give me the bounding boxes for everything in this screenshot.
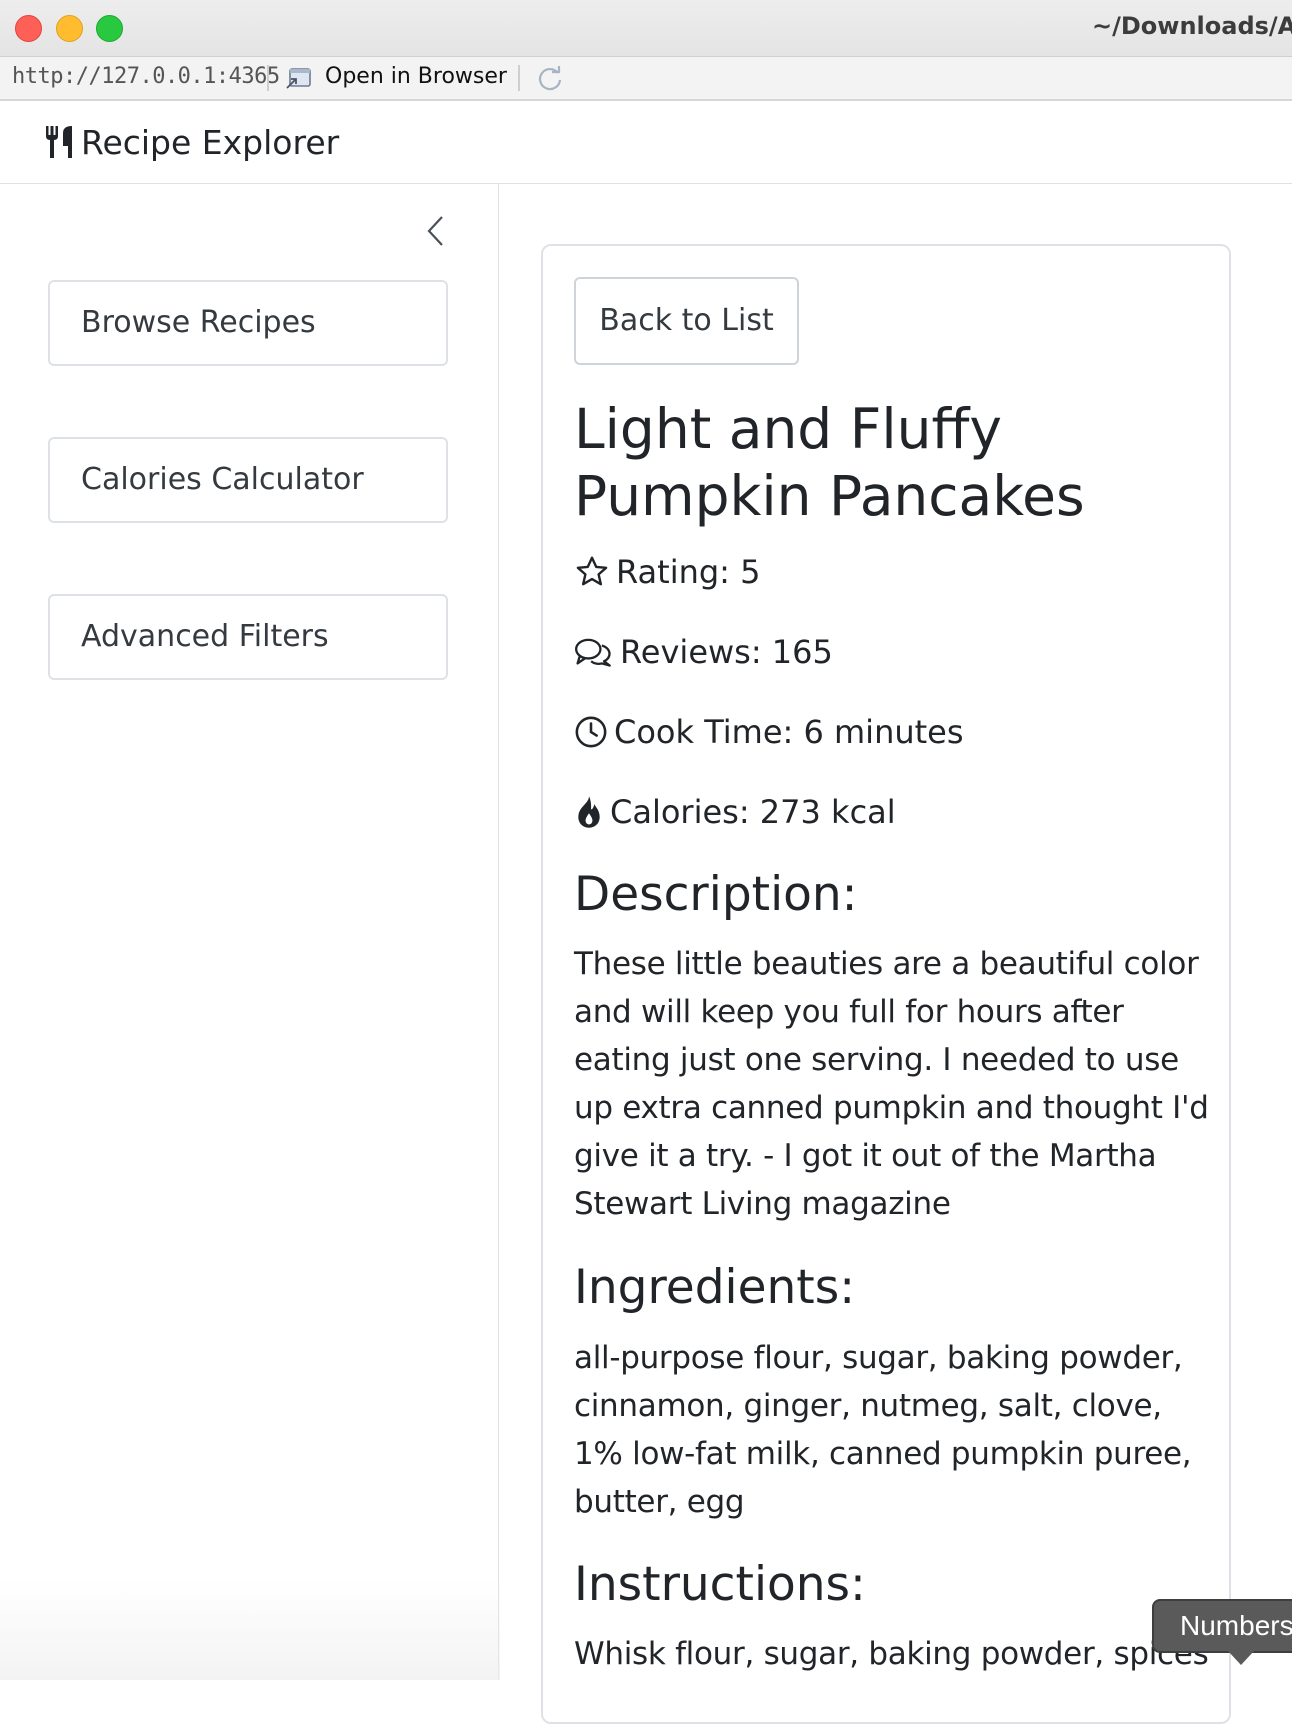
calories-text: Calories: 273 kcal <box>610 793 896 831</box>
recipe-detail-card: Back to List Light and Fluffy Pumpkin Pa… <box>541 244 1231 1724</box>
ingredients-text: all-purpose flour, sugar, baking powder,… <box>574 1340 1192 1520</box>
numbers-tooltip: Numbers <box>1152 1599 1292 1653</box>
rating-text: Rating: 5 <box>616 553 761 591</box>
calories-calculator-button[interactable]: Calories Calculator <box>48 437 448 523</box>
description-heading: Description: <box>574 867 858 922</box>
divider <box>267 65 269 91</box>
reviews-text: Reviews: 165 <box>620 633 833 671</box>
browse-recipes-button[interactable]: Browse Recipes <box>48 280 448 366</box>
fire-icon <box>578 796 600 828</box>
advanced-filters-button[interactable]: Advanced Filters <box>48 594 448 680</box>
address-bar: http://127.0.0.1:4365 Open in Browser <box>0 57 1292 101</box>
brand-title[interactable]: Recipe Explorer <box>81 123 339 162</box>
instructions-heading: Instructions: <box>574 1557 866 1612</box>
star-icon <box>576 556 608 586</box>
app-navbar: Recipe Explorer <box>0 101 1292 184</box>
reviews-row: Reviews: 165 <box>574 630 833 674</box>
window-titlebar: ~/Downloads/Ac <box>0 0 1292 57</box>
close-window-button[interactable] <box>15 15 42 42</box>
minimize-window-button[interactable] <box>56 15 83 42</box>
url-text[interactable]: http://127.0.0.1:4365 <box>12 64 280 89</box>
tooltip-arrow <box>1228 1651 1254 1665</box>
open-in-browser-icon[interactable] <box>284 66 312 90</box>
cook-time-row: Cook Time: 6 minutes <box>574 710 964 754</box>
calories-row: Calories: 273 kcal <box>574 790 896 834</box>
sidebar: Browse Recipes Calories Calculator Advan… <box>0 184 499 1680</box>
clock-icon <box>575 716 607 748</box>
back-to-list-button[interactable]: Back to List <box>574 277 799 365</box>
description-text: These little beauties are a beautiful co… <box>574 946 1209 1222</box>
instructions-text: Whisk flour, sugar, baking powder, spice… <box>574 1636 1209 1672</box>
rating-row: Rating: 5 <box>574 550 760 594</box>
divider <box>518 65 520 91</box>
cook-time-text: Cook Time: 6 minutes <box>614 713 964 751</box>
recipe-title: Light and Fluffy Pumpkin Pancakes <box>574 397 1085 528</box>
open-in-browser-button[interactable]: Open in Browser <box>325 64 507 89</box>
ingredients-heading: Ingredients: <box>574 1260 856 1315</box>
window-title: ~/Downloads/Ac <box>1092 12 1292 40</box>
utensils-icon <box>46 126 72 158</box>
reload-icon[interactable] <box>535 64 565 94</box>
collapse-sidebar-icon[interactable] <box>424 214 448 248</box>
zoom-window-button[interactable] <box>96 15 123 42</box>
chat-bubbles-icon <box>575 638 611 667</box>
